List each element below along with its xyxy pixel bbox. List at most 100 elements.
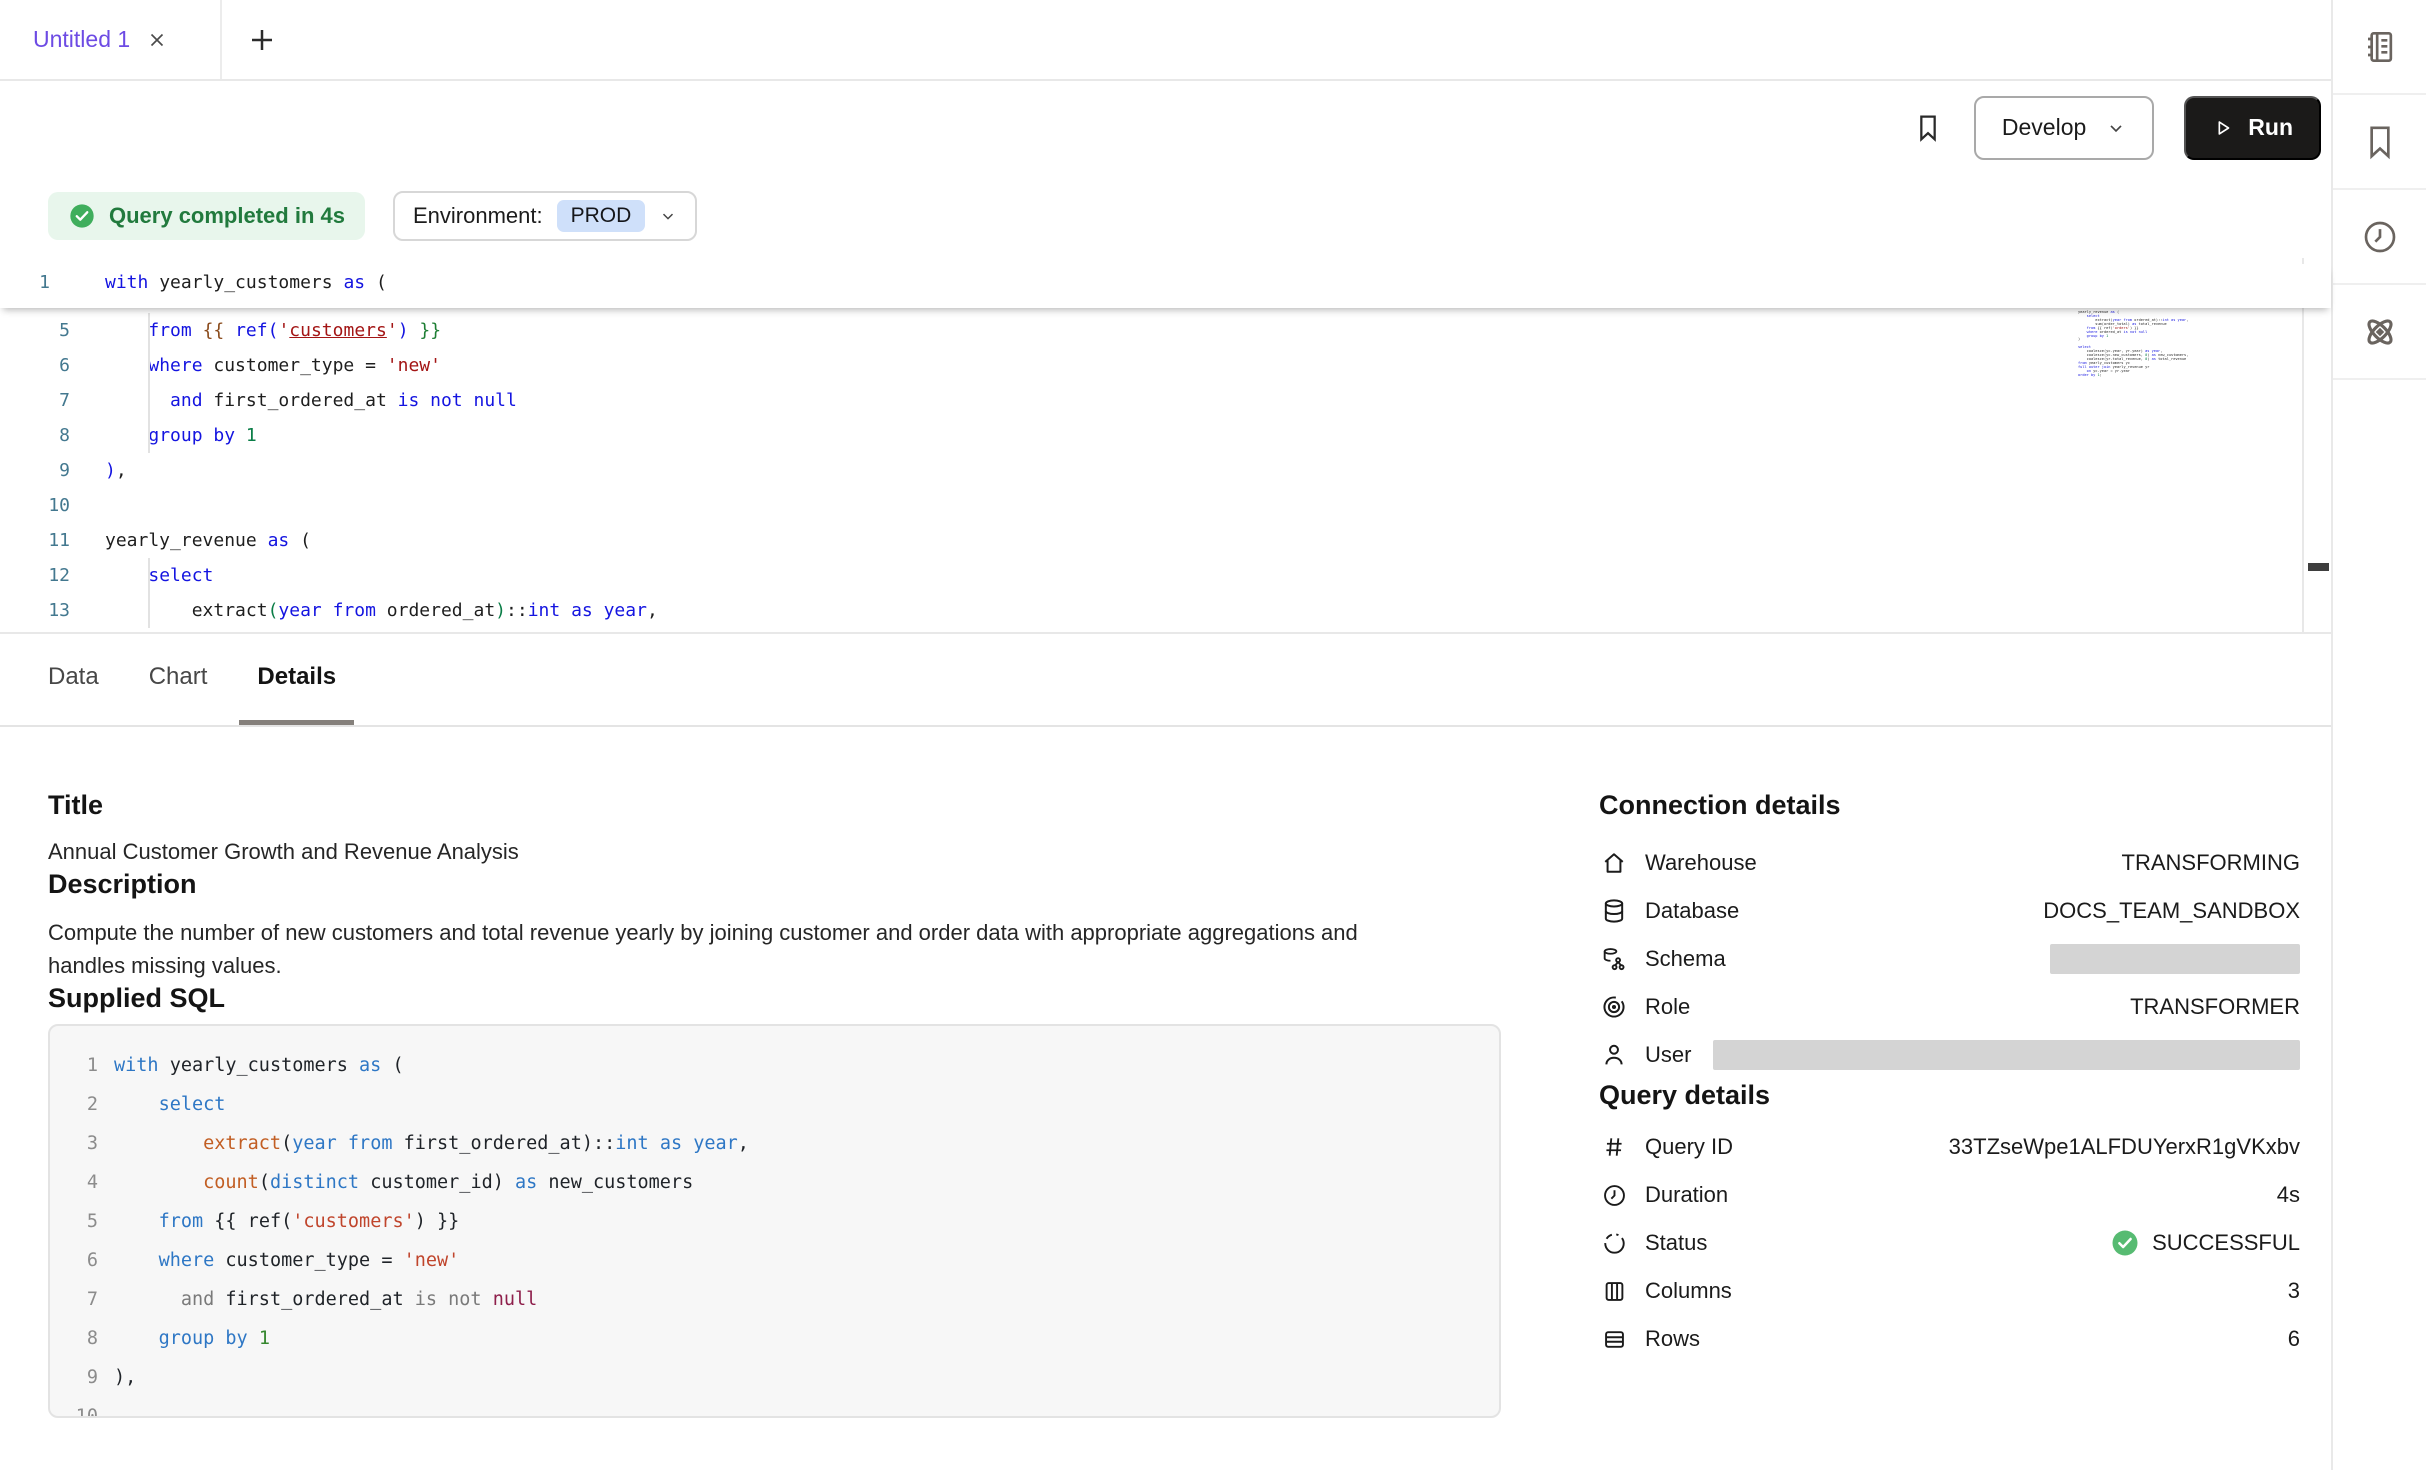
develop-label: Develop bbox=[2002, 114, 2086, 141]
canvas-panel-button[interactable] bbox=[2333, 285, 2426, 380]
connection-row-database: Database DOCS_TEAM_SANDBOX bbox=[1599, 887, 2300, 935]
plus-icon bbox=[247, 25, 277, 55]
bookmark-icon bbox=[2360, 122, 2400, 162]
bookmarks-panel-button[interactable] bbox=[2333, 95, 2426, 190]
bookmark-button[interactable] bbox=[1912, 112, 1944, 144]
redacted-user-value bbox=[1713, 1040, 2300, 1070]
environment-value-badge: PROD bbox=[557, 200, 646, 232]
rows-icon bbox=[1599, 1326, 1629, 1353]
warehouse-value: TRANSFORMING bbox=[2122, 850, 2300, 876]
right-icon-rail bbox=[2331, 0, 2426, 1470]
user-icon bbox=[1599, 1041, 1629, 1069]
canvas-pinwheel-icon bbox=[2360, 312, 2400, 352]
run-button[interactable]: Run bbox=[2184, 96, 2321, 160]
sticky-scroll-line[interactable]: 1with yearly_customers as ( bbox=[0, 264, 2331, 308]
role-icon bbox=[1599, 993, 1629, 1021]
columns-value: 3 bbox=[2288, 1278, 2300, 1304]
code-line[interactable]: 6 where customer_type = 'new' bbox=[0, 348, 2331, 383]
develop-dropdown[interactable]: Develop bbox=[1974, 96, 2154, 160]
sql-line: 3 extract(year from first_ordered_at)::i… bbox=[50, 1124, 1499, 1163]
code-line[interactable]: 8 group by 1 bbox=[0, 418, 2331, 453]
status-row: Query completed in 4s Environment: PROD bbox=[0, 174, 2331, 258]
new-tab-button[interactable] bbox=[247, 0, 277, 79]
query-row-columns: Columns 3 bbox=[1599, 1267, 2300, 1315]
scrollbar-thumb[interactable] bbox=[2308, 563, 2329, 571]
spinner-icon bbox=[1599, 1230, 1629, 1257]
run-label: Run bbox=[2248, 114, 2293, 141]
environment-label: Environment: bbox=[413, 203, 543, 229]
code-line[interactable]: 5 from {{ ref('customers') }} bbox=[0, 313, 2331, 348]
warehouse-icon bbox=[1599, 849, 1629, 877]
connection-row-role: Role TRANSFORMER bbox=[1599, 983, 2300, 1031]
code-line[interactable]: 10 bbox=[0, 488, 2331, 523]
chevron-down-icon bbox=[659, 207, 677, 225]
details-right-column: Connection details Warehouse TRANSFORMIN… bbox=[1599, 789, 2331, 1418]
query-details-heading: Query details bbox=[1599, 1079, 2300, 1111]
code-line[interactable]: 7 and first_ordered_at is not null bbox=[0, 383, 2331, 418]
redacted-schema-value bbox=[2050, 944, 2300, 974]
tab-bar: Untitled 1 bbox=[0, 0, 2331, 81]
rows-value: 6 bbox=[2288, 1326, 2300, 1352]
sql-line: 8 group by 1 bbox=[50, 1319, 1499, 1358]
title-value: Annual Customer Growth and Revenue Analy… bbox=[48, 835, 1549, 868]
database-value: DOCS_TEAM_SANDBOX bbox=[2043, 898, 2300, 924]
history-panel-button[interactable] bbox=[2333, 190, 2426, 285]
title-heading: Title bbox=[48, 789, 1549, 821]
editor-tab-untitled-1[interactable]: Untitled 1 bbox=[0, 0, 222, 79]
main-area: Untitled 1 Develop bbox=[0, 0, 2331, 1470]
tab-chart[interactable]: Chart bbox=[131, 634, 226, 725]
notebook-panel-button[interactable] bbox=[2333, 0, 2426, 95]
connection-row-schema: Schema bbox=[1599, 935, 2300, 983]
code-line[interactable]: 12 select bbox=[0, 558, 2331, 593]
results-tab-bar: Data Chart Details bbox=[0, 634, 2331, 727]
close-icon[interactable] bbox=[146, 29, 168, 51]
schema-icon bbox=[1599, 945, 1629, 973]
query-row-rows: Rows 6 bbox=[1599, 1315, 2300, 1363]
history-clock-icon bbox=[2360, 217, 2400, 257]
connection-details-heading: Connection details bbox=[1599, 789, 2300, 821]
query-details-rows: Query ID 33TZseWpe1ALFDUYerxR1gVKxbv Dur… bbox=[1599, 1123, 2300, 1363]
sql-line: 9), bbox=[50, 1358, 1499, 1397]
environment-selector[interactable]: Environment: PROD bbox=[393, 191, 697, 241]
query-status-text: Query completed in 4s bbox=[109, 203, 345, 229]
query-id-value: 33TZseWpe1ALFDUYerxR1gVKxbv bbox=[1949, 1134, 2300, 1160]
code-line[interactable]: 11yearly_revenue as ( bbox=[0, 523, 2331, 558]
query-row-id: Query ID 33TZseWpe1ALFDUYerxR1gVKxbv bbox=[1599, 1123, 2300, 1171]
sql-line: 2 select bbox=[50, 1085, 1499, 1124]
connection-row-warehouse: Warehouse TRANSFORMING bbox=[1599, 839, 2300, 887]
tab-data[interactable]: Data bbox=[30, 634, 117, 725]
editor-scrollbar[interactable] bbox=[2302, 258, 2331, 632]
play-icon bbox=[2212, 117, 2234, 139]
editor-lines: 5 from {{ ref('customers') }} 6 where cu… bbox=[0, 313, 2331, 628]
database-icon bbox=[1599, 897, 1629, 925]
sql-line: 7 and first_ordered_at is not null bbox=[50, 1280, 1499, 1319]
supplied-sql-block[interactable]: 1with yearly_customers as ( 2 select 3 e… bbox=[48, 1024, 1501, 1418]
details-panel: Title Annual Customer Growth and Revenue… bbox=[0, 727, 2331, 1418]
connection-row-user: User bbox=[1599, 1031, 2300, 1079]
connection-rows: Warehouse TRANSFORMING Database DOCS_TEA… bbox=[1599, 839, 2300, 1079]
details-left-column: Title Annual Customer Growth and Revenue… bbox=[0, 789, 1599, 1418]
sql-line: 4 count(distinct customer_id) as new_cus… bbox=[50, 1163, 1499, 1202]
code-line[interactable]: 9), bbox=[0, 453, 2331, 488]
sql-line: 6 where customer_type = 'new' bbox=[50, 1241, 1499, 1280]
query-row-duration: Duration 4s bbox=[1599, 1171, 2300, 1219]
indent-guide bbox=[148, 558, 150, 628]
check-circle-icon bbox=[2110, 1228, 2140, 1258]
columns-icon bbox=[1599, 1278, 1629, 1305]
indent-guide bbox=[148, 313, 150, 453]
sql-editor[interactable]: 5 from {{ ref('customers') }} 6 where cu… bbox=[0, 258, 2331, 634]
duration-value: 4s bbox=[2277, 1182, 2300, 1208]
toolbar: Develop Run bbox=[0, 81, 2331, 174]
query-row-status: Status SUCCESSFUL bbox=[1599, 1219, 2300, 1267]
query-status-pill: Query completed in 4s bbox=[48, 192, 365, 240]
description-heading: Description bbox=[48, 868, 1549, 900]
hash-icon bbox=[1599, 1134, 1629, 1160]
app-window: Untitled 1 Develop bbox=[0, 0, 2426, 1470]
sql-line: 10 bbox=[50, 1397, 1499, 1418]
sql-line: 5 from {{ ref('customers') }} bbox=[50, 1202, 1499, 1241]
tab-details[interactable]: Details bbox=[239, 634, 354, 725]
description-value: Compute the number of new customers and … bbox=[48, 916, 1398, 982]
clock-icon bbox=[1599, 1182, 1629, 1209]
code-line[interactable]: 13 extract(year from ordered_at)::int as… bbox=[0, 593, 2331, 628]
sql-line: 1with yearly_customers as ( bbox=[50, 1046, 1499, 1085]
